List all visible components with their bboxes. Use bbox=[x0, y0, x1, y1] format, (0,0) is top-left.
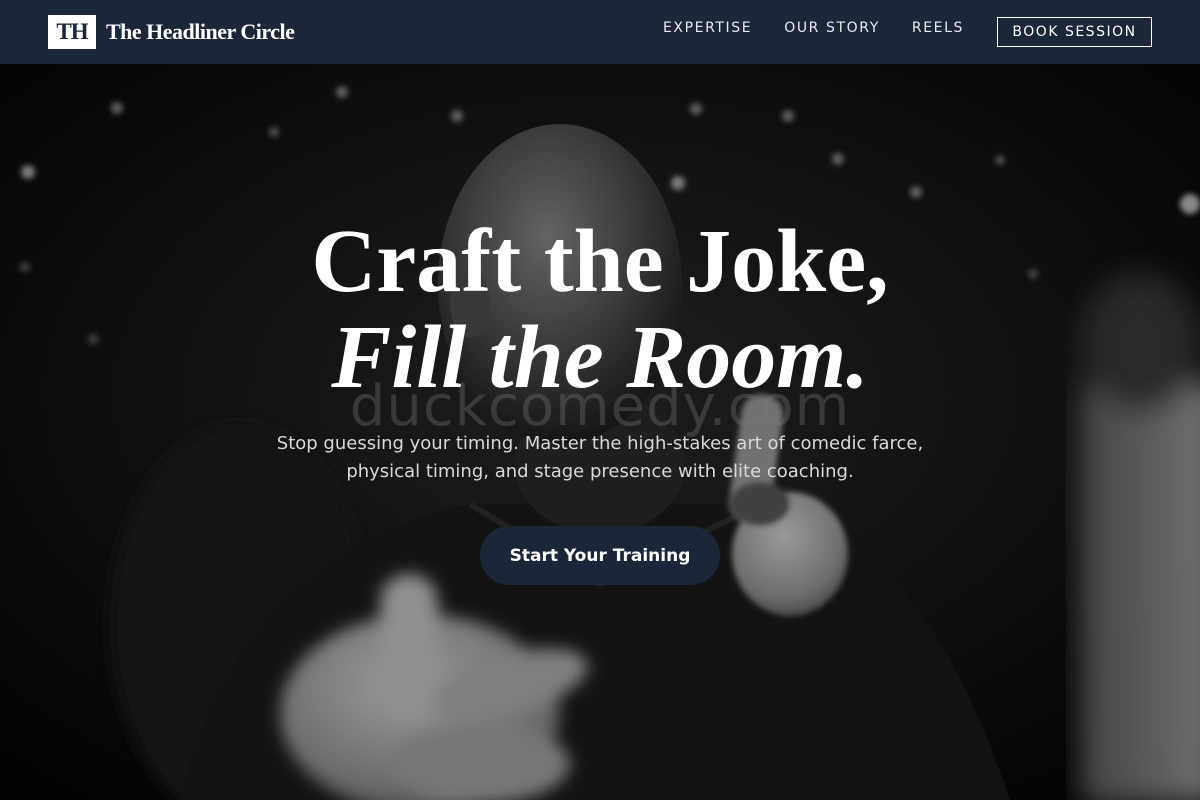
book-session-button[interactable]: BOOK SESSION bbox=[997, 17, 1152, 47]
hero-headline: Craft the Joke, Fill the Room. bbox=[0, 214, 1200, 406]
hero-subtext: Stop guessing your timing. Master the hi… bbox=[276, 433, 924, 482]
hero-section: duckcomedy.com Craft the Joke, Fill the … bbox=[0, 64, 1200, 800]
start-training-button[interactable]: Start Your Training bbox=[480, 526, 720, 585]
logo-mark: TH bbox=[48, 15, 96, 49]
brand-logo-link[interactable]: TH The Headliner Circle bbox=[48, 15, 295, 49]
nav-links: EXPERTISE OUR STORY REELS BOOK SESSION bbox=[663, 17, 1152, 47]
nav-link-our-story[interactable]: OUR STORY bbox=[784, 20, 880, 36]
brand-name: The Headliner Circle bbox=[106, 19, 295, 44]
nav-link-expertise[interactable]: EXPERTISE bbox=[663, 20, 752, 36]
nav-link-reels[interactable]: REELS bbox=[912, 20, 964, 36]
headline-line-2: Fill the Room. bbox=[331, 308, 869, 407]
headline-line-1: Craft the Joke, bbox=[311, 212, 889, 311]
top-nav: TH The Headliner Circle EXPERTISE OUR ST… bbox=[0, 0, 1200, 64]
